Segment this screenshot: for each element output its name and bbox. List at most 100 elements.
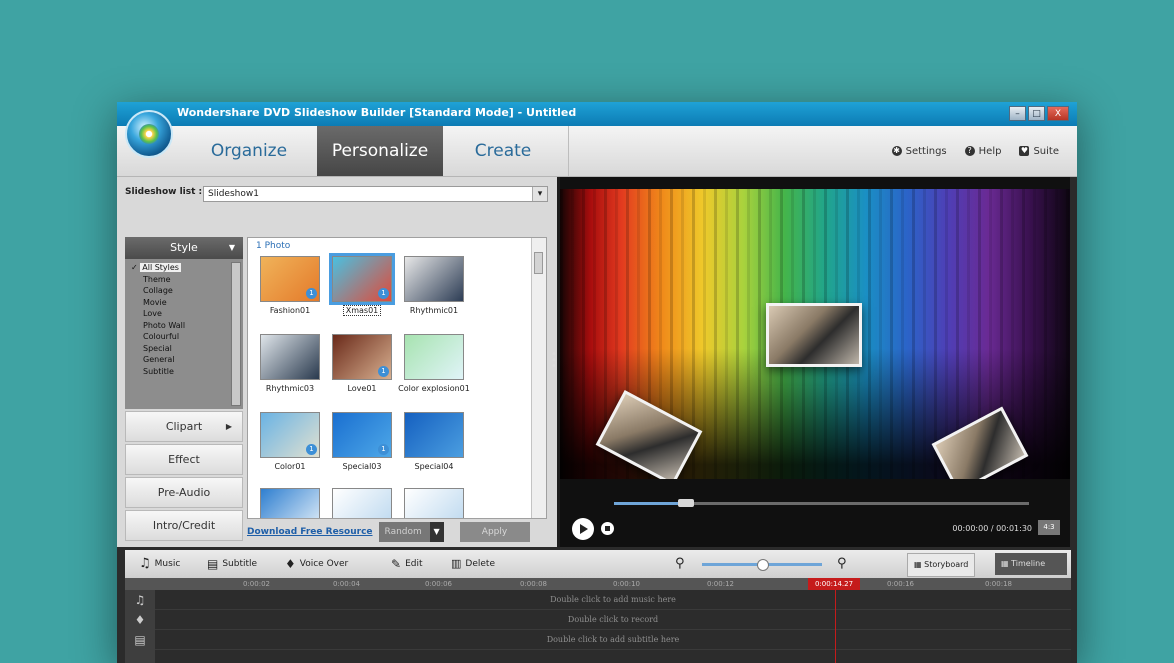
style-item-theme[interactable]: Theme [129, 274, 243, 286]
help-button[interactable]: ? Help [964, 146, 1001, 157]
style-thumbnail-image [260, 334, 320, 380]
tab-create[interactable]: Create [443, 126, 563, 176]
random-select[interactable]: Random ▼ [378, 522, 444, 542]
settings-button[interactable]: ✱ Settings [891, 145, 947, 157]
timeline-ruler[interactable]: 0:00:02 0:00:04 0:00:06 0:00:08 0:00:10 … [125, 578, 1071, 590]
timeline-toolbar: ♫ Music ▤ Subtitle ♦ Voice Over ✎ Edit ▥… [125, 550, 1071, 578]
music-label: Music [154, 559, 181, 569]
style-item-subtitle[interactable]: Subtitle [129, 366, 243, 378]
intro-credit-button[interactable]: Intro/Credit [125, 510, 243, 541]
style-thumbnail-caption: Rhythmic01 [409, 306, 459, 315]
seek-bar[interactable] [614, 499, 1029, 507]
delete-button[interactable]: ▥ Delete [451, 550, 495, 578]
clipart-button[interactable]: Clipart ▶ [125, 411, 243, 442]
suite-icon: ♥ [1019, 146, 1030, 156]
style-thumbnail[interactable]: 1 Fashion01 [254, 256, 326, 316]
ruler-tick: 0:00:18 [985, 580, 1012, 588]
left-panel: Slideshow list : Slideshow1 ▾ Style ▼ ✓ … [117, 177, 557, 547]
playback-time: 00:00:00 / 00:01:30 [952, 524, 1032, 533]
play-button[interactable] [572, 518, 594, 540]
current-time-marker[interactable]: 0:00:14.27 [808, 578, 860, 590]
slideshow-select[interactable]: Slideshow1 ▾ [203, 186, 548, 202]
ruler-tick: 0:00:16 [887, 580, 914, 588]
style-item-special[interactable]: Special [129, 343, 243, 355]
tab-organize[interactable]: Organize [189, 126, 309, 176]
chevron-down-icon: ▼ [429, 522, 444, 542]
chevron-down-icon[interactable]: ▾ [532, 187, 547, 201]
download-free-resource-link[interactable]: Download Free Resource [247, 527, 373, 537]
suite-button[interactable]: ♥ Suite [1019, 146, 1059, 157]
random-select-value: Random [384, 527, 422, 537]
minimize-button[interactable]: – [1009, 106, 1026, 121]
track-icons: ♫ ♦ ▤ [125, 590, 155, 663]
splitter-grip-icon[interactable]: • • • [551, 350, 557, 372]
apply-button[interactable]: Apply [459, 522, 530, 542]
music-icon: ♫ [139, 556, 151, 571]
tab-personalize[interactable]: Personalize [317, 126, 443, 176]
style-thumbnail[interactable]: Rhythmic01 [398, 256, 470, 316]
style-thumbnail[interactable]: 1 Love01 [326, 334, 398, 394]
style-thumbnail[interactable]: 1 Color01 [254, 412, 326, 472]
app-window: Wondershare DVD Slideshow Builder [Stand… [117, 102, 1077, 663]
window-controls: – □ X [1009, 106, 1069, 121]
grid-actions: Download Free Resource Random ▼ Apply [247, 522, 547, 542]
grid-scrollbar-thumb[interactable] [534, 252, 543, 274]
grid-scrollbar[interactable] [531, 238, 546, 518]
style-thumbnail[interactable]: Rhythmic03 [254, 334, 326, 394]
style-list-scrollbar[interactable] [231, 262, 241, 406]
style-item-love[interactable]: Love [129, 308, 243, 320]
style-item-movie[interactable]: Movie [129, 297, 243, 309]
style-thumbnail[interactable] [254, 488, 326, 518]
style-thumbnail-caption: Xmas01 [326, 305, 398, 316]
zoom-out-button[interactable]: ⚲ [675, 550, 685, 578]
style-thumbnail-image [332, 488, 392, 518]
zoom-in-button[interactable]: ⚲ [837, 550, 847, 578]
effect-button[interactable]: Effect [125, 444, 243, 475]
pre-audio-button[interactable]: Pre-Audio [125, 477, 243, 508]
subtitle-button[interactable]: ▤ Subtitle [207, 550, 257, 578]
seek-bar-knob[interactable] [678, 499, 694, 507]
style-thumbnail[interactable]: Special04 [398, 412, 470, 472]
style-thumbnail-image [404, 334, 464, 380]
aspect-ratio-button[interactable]: 4:3 [1038, 520, 1060, 535]
maximize-button[interactable]: □ [1028, 106, 1045, 121]
style-item-colourful[interactable]: Colourful [129, 331, 243, 343]
music-button[interactable]: ♫ Music [139, 550, 180, 578]
style-item-all-styles[interactable]: ✓ All Styles [129, 262, 243, 274]
ruler-tick: 0:00:12 [707, 580, 734, 588]
style-item-general[interactable]: General [129, 354, 243, 366]
ruler-tick: 0:00:02 [243, 580, 270, 588]
style-thumbnail-image: 1 [260, 256, 320, 302]
edit-button[interactable]: ✎ Edit [391, 550, 423, 578]
zoom-slider-knob[interactable] [757, 559, 769, 571]
slideshow-list-label: Slideshow list : [125, 187, 203, 197]
window-title: Wondershare DVD Slideshow Builder [Stand… [177, 106, 577, 119]
style-item-photo-wall[interactable]: Photo Wall [129, 320, 243, 332]
photo-count-badge: 1 [378, 288, 389, 299]
ruler-tick: 0:00:08 [520, 580, 547, 588]
music-track[interactable]: Double click to add music here [155, 590, 1071, 610]
subtitle-track[interactable]: Double click to add subtitle here [155, 630, 1071, 650]
style-thumbnail[interactable]: 1 Xmas01 [326, 253, 398, 316]
stop-button[interactable] [601, 522, 614, 535]
timeline-button[interactable]: ▦ Timeline [995, 553, 1067, 575]
preview-stage [560, 189, 1070, 479]
help-icon: ? [964, 146, 975, 156]
ruler-tick: 0:00:04 [333, 580, 360, 588]
style-header[interactable]: Style ▼ [125, 237, 243, 259]
style-thumbnail[interactable]: 1 Special03 [326, 412, 398, 472]
voice-track-icon: ♦ [134, 613, 146, 627]
style-thumbnail-image [404, 488, 464, 518]
storyboard-button[interactable]: ▦ Storyboard [907, 553, 976, 577]
style-thumbnail[interactable]: Color explosion01 [398, 334, 470, 394]
style-thumbnail[interactable] [398, 488, 470, 518]
pencil-icon: ✎ [391, 557, 402, 571]
style-item-collage[interactable]: Collage [129, 285, 243, 297]
voice-over-button[interactable]: ♦ Voice Over [285, 550, 348, 578]
photo-count-badge: 1 [378, 444, 389, 455]
settings-label: Settings [905, 145, 947, 157]
record-track[interactable]: Double click to record [155, 610, 1071, 630]
close-button[interactable]: X [1047, 106, 1069, 121]
style-thumbnail[interactable] [326, 488, 398, 518]
microphone-icon: ♦ [285, 557, 296, 571]
